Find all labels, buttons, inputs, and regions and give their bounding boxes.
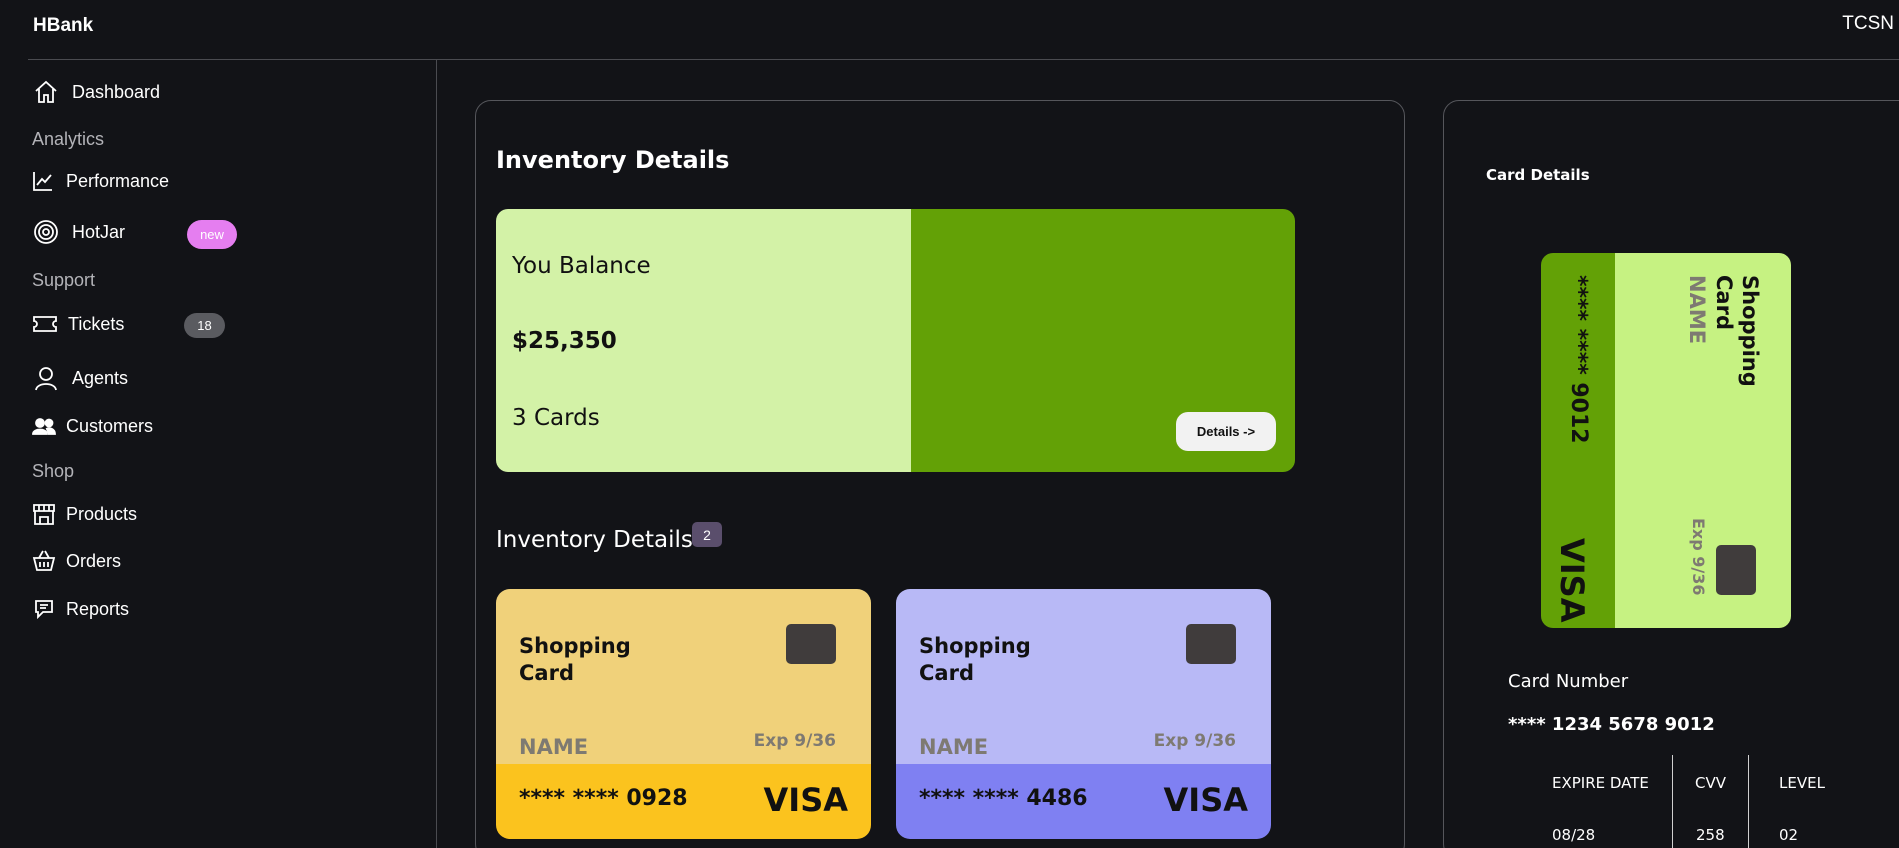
inventory-subtitle: Inventory Details (496, 527, 693, 553)
section-shop: Shop (32, 461, 75, 481)
sidebar-item-dashboard[interactable]: Dashboard (32, 78, 160, 106)
card-details-title: Card Details (1486, 166, 1590, 184)
details-button[interactable]: Details -> (1176, 412, 1276, 451)
users-icon (32, 417, 56, 437)
target-icon (32, 218, 60, 246)
card-number-label: Card Number (1508, 671, 1629, 692)
sidebar-item-label: Agents (72, 367, 129, 388)
level-value: 02 (1779, 826, 1799, 844)
chip-icon (1186, 624, 1236, 664)
sidebar-item-label: Dashboard (72, 81, 161, 102)
chip-icon (1716, 545, 1756, 595)
sidebar-divider (436, 60, 437, 848)
new-badge: new (187, 220, 237, 249)
basket-icon (32, 549, 56, 573)
card-number: **** **** 9012 (1566, 275, 1591, 444)
sidebar-item-orders[interactable]: Orders (32, 549, 121, 573)
header-divider (28, 59, 1899, 60)
card-title: Shopping Card (919, 634, 1031, 685)
sidebar-item-hotjar[interactable]: HotJar (32, 218, 125, 246)
app-logo[interactable]: HBank (33, 15, 93, 37)
section-analytics: Analytics (32, 129, 105, 149)
card-item[interactable]: Shopping Card NAME Exp 9/36 **** **** 09… (496, 589, 871, 839)
selected-card[interactable]: Shopping Card NAME **** **** 9012 Exp 9/… (1541, 253, 1791, 628)
balance-card: You Balance $25,350 3 Cards Details -> (496, 209, 1295, 472)
table-divider (1672, 755, 1673, 848)
inventory-count-badge: 2 (692, 522, 722, 547)
card-holder-name: NAME (1685, 275, 1709, 345)
card-number-value: **** 1234 5678 9012 (1508, 714, 1715, 735)
balance-accent: Details -> (911, 209, 1295, 472)
sidebar-item-products[interactable]: Products (32, 502, 137, 526)
expire-date-value: 08/28 (1552, 826, 1596, 844)
card-brand: VISA (1163, 781, 1248, 819)
card-number: **** **** 0928 (519, 786, 688, 811)
store-icon (32, 502, 56, 526)
sidebar-item-tickets[interactable]: Tickets (32, 313, 124, 335)
chat-report-icon (32, 597, 56, 621)
cvv-value: 258 (1696, 826, 1725, 844)
card-holder-name: NAME (919, 735, 989, 759)
ticket-icon (32, 313, 58, 335)
sidebar-item-label: Performance (66, 170, 170, 191)
level-header: LEVEL (1779, 774, 1825, 792)
home-icon (32, 78, 60, 106)
user-icon (32, 364, 60, 392)
sidebar-item-label: Products (66, 503, 138, 524)
sidebar-item-agents[interactable]: Agents (32, 364, 128, 392)
user-name[interactable]: TCSN (1842, 13, 1894, 35)
balance-amount: $25,350 (512, 328, 617, 354)
card-expiry: Exp 9/36 (1689, 518, 1708, 596)
section-support: Support (32, 270, 96, 290)
tickets-count-badge: 18 (184, 313, 225, 338)
sidebar-item-label: Reports (66, 598, 130, 619)
cards-count: 3 Cards (512, 405, 600, 431)
cvv-header: CVV (1695, 774, 1726, 792)
line-chart-icon (32, 170, 54, 192)
page-title: Inventory Details (496, 146, 730, 174)
card-item[interactable]: Shopping Card NAME Exp 9/36 **** **** 44… (896, 589, 1271, 839)
card-brand: VISA (763, 781, 848, 819)
sidebar-item-customers[interactable]: Customers (32, 416, 153, 437)
sidebar-item-label: Orders (66, 550, 122, 571)
sidebar-item-reports[interactable]: Reports (32, 597, 129, 621)
card-title: Shopping Card (519, 634, 631, 685)
sidebar-item-performance[interactable]: Performance (32, 170, 169, 192)
balance-label: You Balance (512, 253, 651, 279)
top-bar: HBank TCSN (0, 0, 1899, 60)
expire-date-header: EXPIRE DATE (1552, 774, 1649, 792)
card-title: Shopping Card (1712, 275, 1762, 387)
chip-icon (786, 624, 836, 664)
balance-info: You Balance $25,350 3 Cards (496, 209, 911, 472)
card-holder-name: NAME (519, 735, 589, 759)
table-divider (1748, 755, 1749, 848)
sidebar-item-label: HotJar (72, 221, 126, 242)
card-expiry: Exp 9/36 (1153, 731, 1236, 751)
sidebar-item-label: Tickets (68, 313, 125, 334)
card-brand: VISA (1553, 538, 1591, 623)
card-expiry: Exp 9/36 (753, 731, 836, 751)
card-number: **** **** 4486 (919, 786, 1088, 811)
sidebar-item-label: Customers (66, 416, 154, 436)
